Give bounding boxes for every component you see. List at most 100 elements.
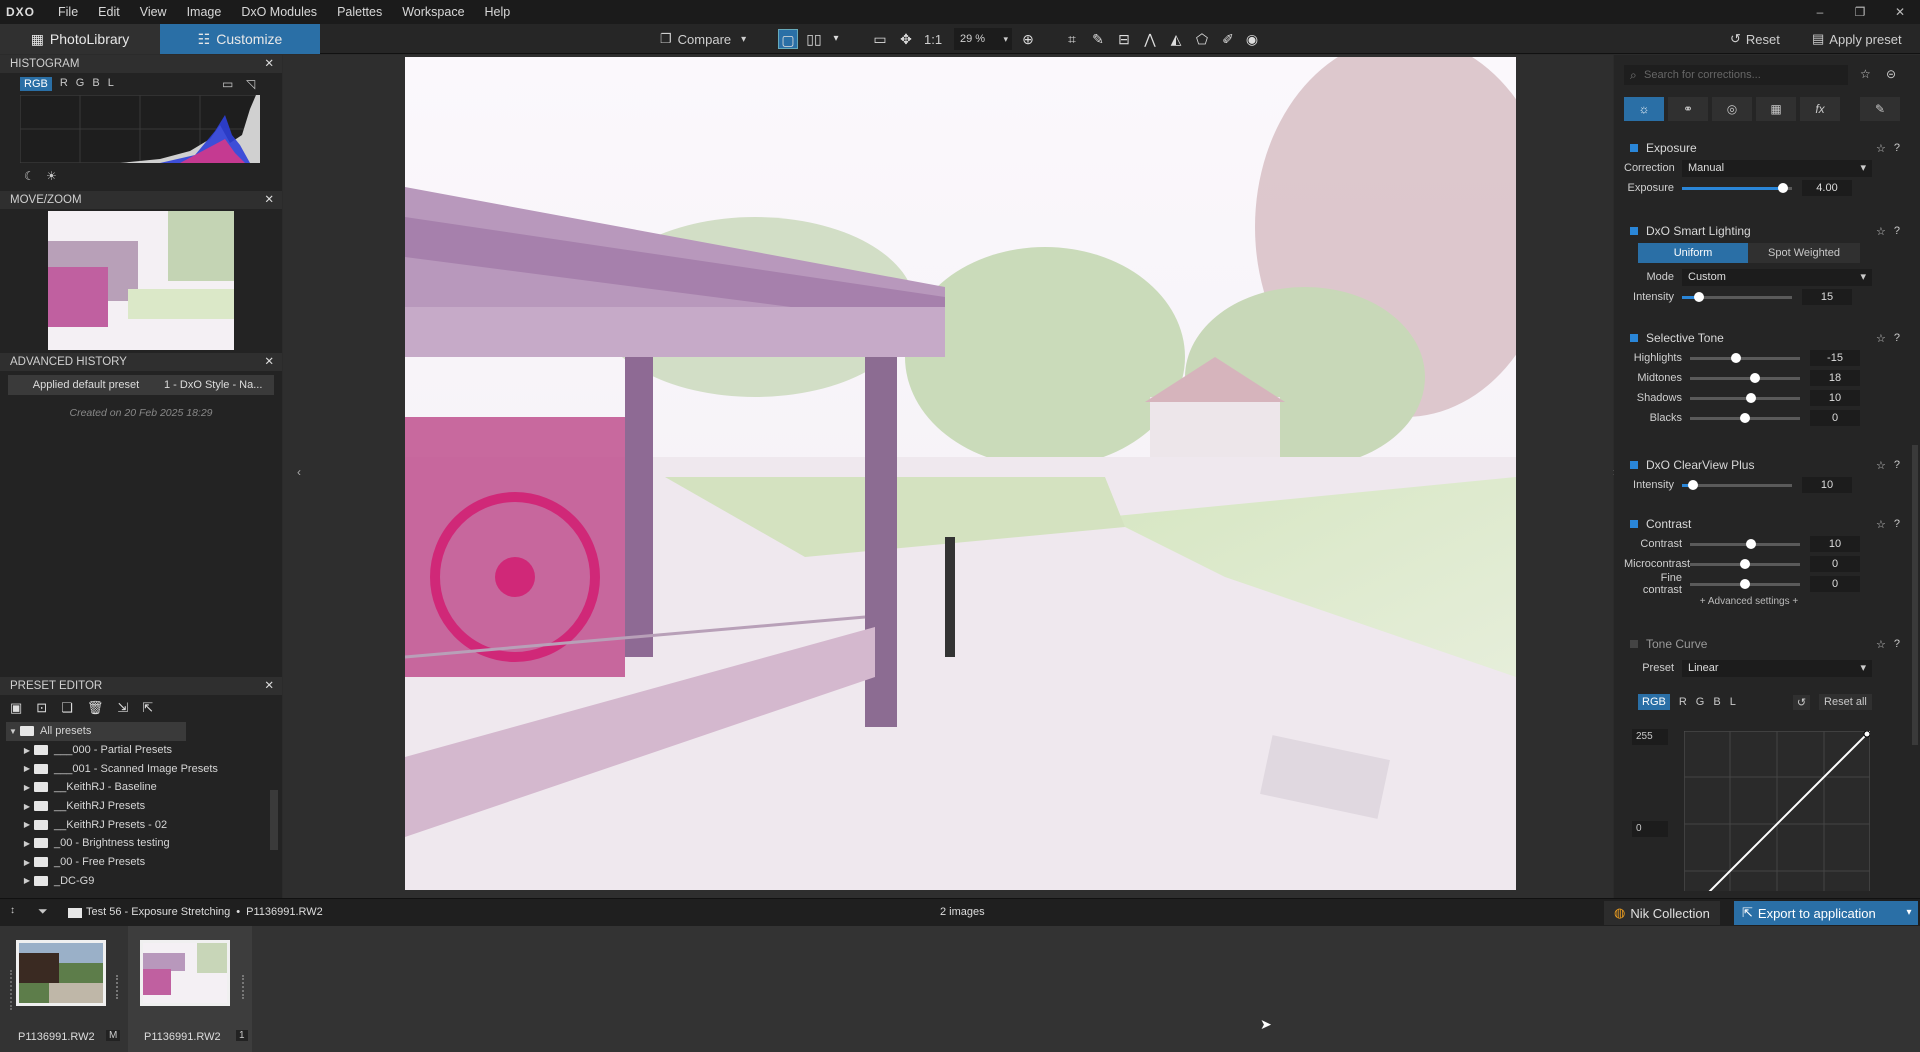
monitor-icon[interactable]: ▭ bbox=[222, 77, 233, 91]
chevron-down-icon[interactable]: ▾ bbox=[741, 34, 746, 45]
split-view-icon[interactable]: ▯▯ bbox=[804, 29, 824, 49]
enable-checkbox[interactable] bbox=[1630, 520, 1638, 528]
close-icon[interactable]: ✕ bbox=[264, 677, 274, 695]
local-adjust-icon[interactable]: ◭ bbox=[1166, 29, 1186, 49]
tree-item[interactable]: ▶ __KeithRJ Presets - 02 bbox=[6, 815, 270, 834]
nik-collection-button[interactable]: ◍ Nik Collection bbox=[1604, 901, 1720, 925]
slider-knob[interactable] bbox=[1740, 412, 1750, 423]
curve-channel-r[interactable]: R bbox=[1679, 696, 1687, 708]
local-tab-icon[interactable]: ✎ bbox=[1860, 97, 1900, 121]
slider-knob[interactable] bbox=[1693, 291, 1704, 302]
slider-knob[interactable] bbox=[1749, 372, 1760, 383]
filter-icon[interactable]: ⏷ bbox=[38, 904, 48, 919]
help-icon[interactable]: ? bbox=[1894, 459, 1900, 472]
channel-rgb[interactable]: RGB bbox=[20, 77, 52, 91]
new-preset-icon[interactable]: ▣ bbox=[10, 700, 22, 716]
tree-item[interactable]: ▶ _00 - Free Presets bbox=[6, 853, 270, 872]
exposure-slider[interactable] bbox=[1682, 182, 1792, 193]
slider-knob[interactable] bbox=[1740, 578, 1750, 589]
slider-knob[interactable] bbox=[1778, 182, 1789, 193]
collapsed-icon[interactable]: ▶ bbox=[20, 858, 34, 867]
contrast-value[interactable]: 10 bbox=[1810, 536, 1860, 552]
export-icon[interactable]: ⇱ bbox=[142, 700, 153, 716]
reset-all-button[interactable]: Reset all bbox=[1819, 694, 1872, 710]
enable-checkbox[interactable] bbox=[1630, 640, 1638, 648]
channel-b[interactable]: B bbox=[92, 77, 99, 91]
enable-checkbox[interactable] bbox=[1630, 227, 1638, 235]
intensity-value[interactable]: 15 bbox=[1802, 289, 1852, 305]
zoom-in-icon[interactable]: ⊕ bbox=[1018, 29, 1038, 49]
tree-item[interactable]: ▶ ___000 - Partial Presets bbox=[6, 741, 270, 760]
collapsed-icon[interactable]: ▶ bbox=[20, 802, 34, 811]
collapsed-icon[interactable]: ▶ bbox=[20, 783, 34, 792]
midtones-slider[interactable] bbox=[1690, 372, 1800, 383]
toggle-icon[interactable]: ⊝ bbox=[1886, 67, 1896, 81]
uniform-button[interactable]: Uniform bbox=[1638, 243, 1748, 263]
rating-dots[interactable] bbox=[116, 975, 122, 999]
clearview-slider[interactable] bbox=[1682, 479, 1792, 490]
geometry-tab-icon[interactable]: ▦ bbox=[1756, 97, 1796, 121]
expanded-icon[interactable]: ▼ bbox=[6, 727, 20, 736]
channel-l[interactable]: L bbox=[108, 77, 114, 91]
curve-preset-select[interactable]: Linear bbox=[1682, 659, 1872, 677]
curve-channel-g[interactable]: G bbox=[1696, 696, 1705, 708]
delete-icon[interactable]: 🗑 bbox=[87, 700, 104, 716]
blacks-value[interactable]: 0 bbox=[1810, 410, 1860, 426]
microcontrast-slider[interactable] bbox=[1690, 558, 1800, 569]
advanced-settings-link[interactable]: + Advanced settings + bbox=[1624, 596, 1874, 607]
collapsed-icon[interactable]: ▶ bbox=[20, 746, 34, 755]
shadows-value[interactable]: 10 bbox=[1810, 390, 1860, 406]
star-icon[interactable]: ☆ bbox=[1876, 142, 1886, 155]
favorite-icon[interactable]: ☆ bbox=[1860, 67, 1871, 81]
menu-image[interactable]: Image bbox=[177, 5, 232, 19]
navigator-thumbnail[interactable] bbox=[48, 211, 234, 350]
tab-photolibrary[interactable]: ▦ PhotoLibrary bbox=[0, 24, 160, 54]
section-header[interactable]: Contrast ☆? bbox=[1624, 514, 1904, 534]
section-header[interactable]: Selective Tone ☆? bbox=[1624, 328, 1904, 348]
slider-knob[interactable] bbox=[1740, 558, 1750, 569]
section-header[interactable]: DxO Smart Lighting ☆? bbox=[1624, 221, 1904, 241]
light-tab-icon[interactable]: ☼ bbox=[1624, 97, 1664, 121]
filmstrip-thumb-selected[interactable] bbox=[140, 940, 230, 1006]
close-icon[interactable]: ✕ bbox=[264, 55, 274, 73]
main-photo[interactable] bbox=[405, 57, 1516, 890]
export-dropdown[interactable]: ▾ bbox=[1900, 901, 1918, 925]
slider-knob[interactable] bbox=[1745, 392, 1756, 403]
rating-dots[interactable] bbox=[10, 970, 14, 1010]
slider-knob[interactable] bbox=[1731, 352, 1742, 363]
star-icon[interactable]: ☆ bbox=[1876, 518, 1886, 531]
rating-dots[interactable] bbox=[242, 975, 248, 999]
chevron-down-icon[interactable]: ▾ bbox=[826, 29, 846, 49]
fit-icon[interactable]: ▭ bbox=[870, 29, 890, 49]
shadows-slider[interactable] bbox=[1690, 392, 1800, 403]
collapsed-icon[interactable]: ▶ bbox=[20, 820, 34, 829]
microcontrast-value[interactable]: 0 bbox=[1810, 556, 1860, 572]
scrollbar[interactable] bbox=[270, 790, 278, 850]
help-icon[interactable]: ? bbox=[1894, 142, 1900, 155]
enable-checkbox[interactable] bbox=[1630, 144, 1638, 152]
zoom-select[interactable]: 29 % ▾ bbox=[954, 28, 1012, 50]
mode-select[interactable]: Custom bbox=[1682, 268, 1872, 286]
tone-curve-graph[interactable] bbox=[1684, 731, 1870, 891]
effects-tab-icon[interactable]: fx bbox=[1800, 97, 1840, 121]
curve-channel-l[interactable]: L bbox=[1730, 696, 1736, 708]
channel-r[interactable]: R bbox=[60, 77, 68, 91]
help-icon[interactable]: ? bbox=[1894, 332, 1900, 345]
collapsed-icon[interactable]: ▶ bbox=[20, 764, 34, 773]
collapsed-icon[interactable]: ▶ bbox=[20, 876, 34, 885]
restore-icon[interactable]: ❐ bbox=[1840, 5, 1880, 19]
help-icon[interactable]: ? bbox=[1894, 518, 1900, 531]
sort-icon[interactable]: ↕ bbox=[10, 905, 15, 916]
fine-contrast-value[interactable]: 0 bbox=[1810, 576, 1860, 592]
tree-root[interactable]: ▼ All presets bbox=[6, 722, 186, 741]
section-header[interactable]: Tone Curve ☆? bbox=[1624, 634, 1904, 654]
menu-edit[interactable]: Edit bbox=[88, 5, 130, 19]
slider-knob[interactable] bbox=[1745, 538, 1756, 549]
moon-icon[interactable]: ☾ bbox=[24, 169, 35, 183]
clip-icon[interactable]: ◹ bbox=[246, 77, 255, 91]
tree-item[interactable]: ▶ _DC-G9 bbox=[6, 872, 270, 891]
reset-button[interactable]: ↺ Reset bbox=[1730, 28, 1780, 50]
menu-dxo-modules[interactable]: DxO Modules bbox=[231, 5, 327, 19]
intensity-slider[interactable] bbox=[1682, 291, 1792, 302]
help-icon[interactable]: ? bbox=[1894, 638, 1900, 651]
